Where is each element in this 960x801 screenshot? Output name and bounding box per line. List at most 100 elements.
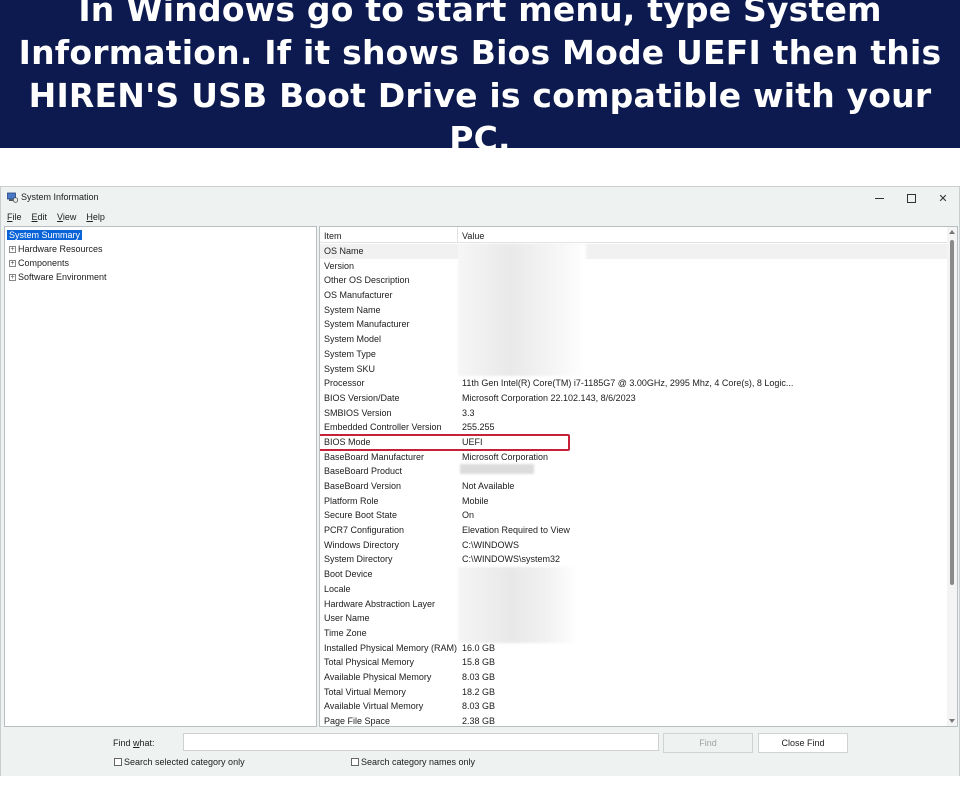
row-value: 8.03 GB (462, 671, 496, 682)
expand-icon[interactable]: + (9, 259, 16, 267)
row-item: BaseBoard Product (324, 466, 403, 477)
find-what-input[interactable] (183, 733, 659, 751)
menu-view-label: iew (62, 212, 77, 222)
banner-line-2: Information. If it shows Bios Mode UEFI … (18, 33, 942, 72)
table-row[interactable]: System Name (320, 303, 948, 318)
title-bar[interactable]: System Information ✕ (1, 187, 959, 209)
table-row[interactable]: SMBIOS Version 3.3 (320, 406, 948, 421)
checkbox-label: Search selected category only (124, 757, 245, 767)
row-item: Total Virtual Memory (324, 686, 406, 697)
table-row[interactable]: System Model (320, 332, 948, 347)
table-row[interactable]: Platform Role Mobile (320, 494, 948, 509)
row-item: Total Physical Memory (324, 657, 415, 668)
row-item: System Type (324, 348, 376, 359)
tree-item-components[interactable]: + Components (9, 257, 69, 269)
table-row[interactable]: BaseBoard Version Not Available (320, 479, 948, 494)
minimize-icon (874, 197, 884, 199)
table-row[interactable]: Available Virtual Memory 8.03 GB (320, 699, 948, 714)
tree-item-system-summary[interactable]: System Summary (7, 229, 83, 241)
tree-item-hardware-resources[interactable]: + Hardware Resources (9, 243, 103, 255)
bottom-margin (0, 777, 960, 801)
row-item: Time Zone (324, 627, 367, 638)
row-item: System SKU (324, 363, 376, 374)
checkbox-icon[interactable] (351, 758, 359, 766)
vertical-scrollbar[interactable] (947, 227, 957, 726)
table-row[interactable]: Locale (320, 582, 948, 597)
menu-file[interactable]: File (7, 212, 22, 222)
table-row[interactable]: Available Physical Memory 8.03 GB (320, 670, 948, 685)
tree-item-label: System Summary (7, 230, 83, 240)
maximize-button[interactable] (895, 187, 927, 209)
table-row[interactable]: BaseBoard Product (320, 464, 948, 479)
category-tree[interactable]: System Summary + Hardware Resources + Co… (4, 226, 317, 727)
menu-view[interactable]: View (57, 212, 76, 222)
scrollbar-thumb[interactable] (950, 240, 954, 585)
table-row[interactable]: Processor 11th Gen Intel(R) Core(TM) i7-1… (320, 376, 948, 391)
row-item: Version (324, 260, 355, 271)
system-information-window: System Information ✕ File Edit View Help… (0, 186, 960, 776)
column-header-value[interactable]: Value (462, 231, 484, 241)
table-row[interactable]: PCR7 Configuration Elevation Required to … (320, 523, 948, 538)
table-row[interactable]: System Directory C:\WINDOWS\system32 (320, 552, 948, 567)
expand-icon[interactable]: + (9, 273, 16, 281)
table-row[interactable]: Secure Boot State On (320, 508, 948, 523)
row-item: Installed Physical Memory (RAM) (324, 642, 458, 653)
table-row[interactable]: Total Virtual Memory 18.2 GB (320, 685, 948, 700)
column-divider[interactable] (457, 227, 458, 243)
table-row[interactable]: Installed Physical Memory (RAM) 16.0 GB (320, 641, 948, 656)
row-value: 3.3 (462, 407, 475, 418)
row-item: SMBIOS Version (324, 407, 392, 418)
menu-help[interactable]: Help (86, 212, 105, 222)
row-value: Not Available (462, 481, 515, 491)
row-value: 255.255 (462, 422, 495, 433)
table-row[interactable]: Boot Device (320, 567, 948, 582)
table-row[interactable]: User Name (320, 611, 948, 626)
row-item: BIOS Version/Date (324, 392, 400, 403)
table-row[interactable]: OS Manufacturer (320, 288, 948, 303)
scroll-down-icon[interactable] (949, 719, 955, 723)
row-item: Page File Space (324, 716, 391, 726)
row-item: Available Physical Memory (324, 671, 432, 682)
table-row[interactable]: Version (320, 259, 948, 274)
row-item: System Model (324, 334, 382, 345)
table-row[interactable]: BIOS Version/Date Microsoft Corporation 2… (320, 391, 948, 406)
list-rows: OS Name Version Other OS Description OS Man… (320, 244, 948, 726)
close-find-button[interactable]: Close Find (758, 733, 848, 753)
find-label-part: hat: (139, 738, 155, 748)
expand-icon[interactable]: + (9, 245, 16, 253)
search-selected-category-checkbox[interactable]: Search selected category only (114, 757, 245, 767)
table-row[interactable]: Total Physical Memory 15.8 GB (320, 655, 948, 670)
table-row[interactable]: Page File Space 2.38 GB (320, 714, 948, 726)
search-category-names-checkbox[interactable]: Search category names only (351, 757, 475, 767)
summary-list[interactable]: Item Value OS Name Version Other OS Descri… (319, 226, 958, 727)
find-button[interactable]: Find (663, 733, 753, 753)
menu-edit[interactable]: Edit (32, 212, 48, 222)
tree-item-label: Hardware Resources (18, 244, 103, 254)
redacted-value (460, 464, 534, 474)
table-row[interactable]: Other OS Description (320, 273, 948, 288)
close-button[interactable]: ✕ (927, 187, 959, 209)
maximize-icon (906, 193, 916, 203)
row-item: OS Name (324, 246, 364, 256)
row-item: Windows Directory (324, 539, 400, 550)
table-row[interactable]: BaseBoard Manufacturer Microsoft Corporat… (320, 450, 948, 465)
table-row[interactable]: Hardware Abstraction Layer (320, 597, 948, 612)
checkbox-icon[interactable] (114, 758, 122, 766)
scroll-up-icon[interactable] (949, 230, 955, 234)
row-value: On (462, 510, 475, 521)
table-row[interactable]: System Manufacturer (320, 317, 948, 332)
minimize-button[interactable] (863, 187, 895, 209)
table-row[interactable]: Windows Directory C:\WINDOWS (320, 538, 948, 553)
find-bar: Find what: Find Close Find Search select… (1, 728, 959, 776)
table-row[interactable]: System Type (320, 347, 948, 362)
checkbox-label: Search category names only (361, 757, 476, 767)
row-value: 8.03 GB (462, 701, 496, 712)
table-row[interactable]: OS Name (320, 244, 948, 259)
table-row[interactable]: Embedded Controller Version 255.255 (320, 420, 948, 435)
table-row[interactable]: System SKU (320, 362, 948, 377)
table-row[interactable]: Time Zone (320, 626, 948, 641)
tree-item-software-environment[interactable]: + Software Environment (9, 271, 107, 283)
tree-item-label: Components (18, 258, 70, 268)
column-header-item[interactable]: Item (324, 231, 342, 241)
row-item: BaseBoard Version (324, 481, 402, 491)
